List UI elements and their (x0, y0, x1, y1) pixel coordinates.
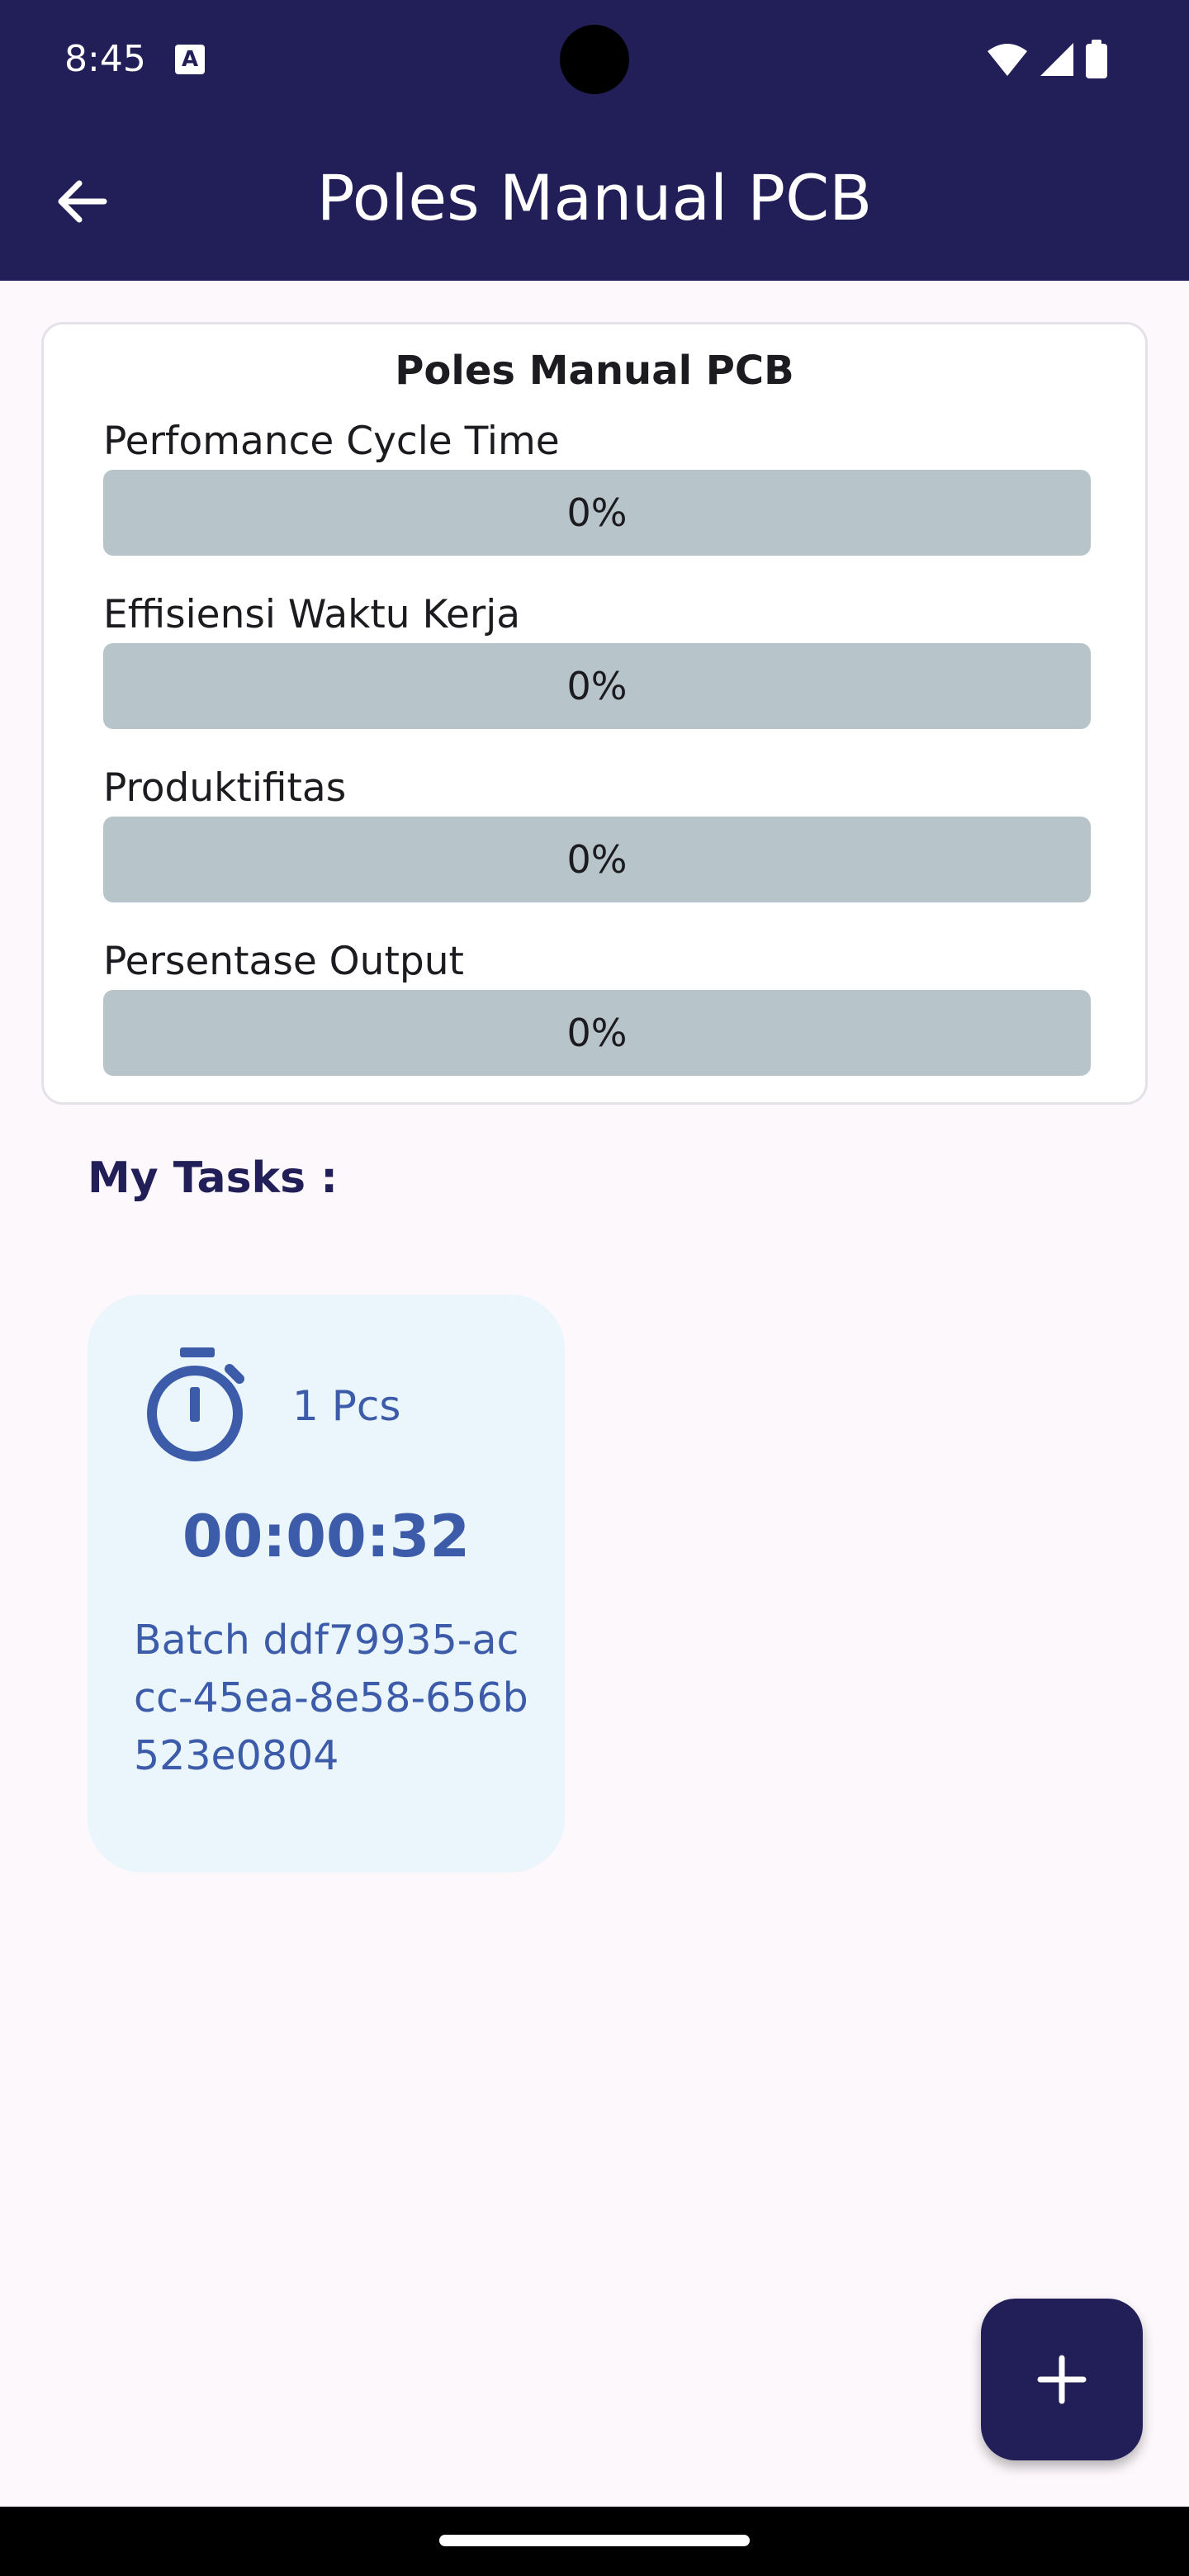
page-title: Poles Manual PCB (316, 161, 873, 234)
stopwatch-icon (147, 1347, 244, 1461)
signal-icon (1040, 43, 1073, 76)
progress-value: 0% (566, 837, 628, 882)
task-quantity: 1 Pcs (292, 1382, 401, 1430)
task-elapsed-time: 00:00:32 (182, 1503, 471, 1570)
battery-icon (1086, 40, 1107, 78)
performance-card-title: Poles Manual PCB (395, 348, 794, 394)
system-nav-bar (0, 2507, 1189, 2576)
progress-bar: 0% (103, 817, 1091, 902)
status-icons (986, 40, 1108, 78)
metric-productivity: Produktifitas 0% (103, 764, 1091, 902)
task-batch-id: Batch ddf79935-accc-45ea-8e58-656b523e08… (134, 1617, 528, 1779)
plus-icon (1037, 2355, 1087, 2404)
metric-label: Produktifitas (103, 765, 347, 811)
progress-bar: 0% (103, 990, 1091, 1076)
status-time: 8:45 (64, 38, 146, 80)
metric-cycle-time: Perfomance Cycle Time 0% (103, 417, 1091, 556)
progress-value: 0% (566, 664, 628, 708)
screen: 8:45 A Poles Manual PCB Poles Manual PCB… (0, 0, 1189, 2576)
camera-cutout (560, 25, 629, 94)
wifi-icon (988, 44, 1027, 76)
progress-value: 0% (566, 490, 628, 535)
add-task-button[interactable] (981, 2299, 1143, 2460)
task-card[interactable]: 1 Pcs 00:00:32 Batch ddf79935-accc-45ea-… (88, 1295, 565, 1873)
progress-value: 0% (566, 1011, 628, 1055)
metric-work-efficiency: Effisiensi Waktu Kerja 0% (103, 590, 1091, 729)
metric-label: Persentase Output (103, 939, 464, 984)
progress-bar: 0% (103, 643, 1091, 729)
metric-label: Effisiensi Waktu Kerja (103, 592, 521, 637)
metric-label: Perfomance Cycle Time (103, 419, 560, 464)
app-bar: 8:45 A Poles Manual PCB (0, 0, 1189, 281)
a-letter-icon: A (175, 45, 205, 74)
home-gesture-handle[interactable] (439, 2535, 750, 2546)
performance-card: Poles Manual PCB Perfomance Cycle Time 0… (41, 322, 1148, 1105)
tasks-heading: My Tasks : (88, 1153, 338, 1203)
progress-bar: 0% (103, 470, 1091, 556)
metric-output-percentage: Persentase Output 0% (103, 937, 1091, 1076)
